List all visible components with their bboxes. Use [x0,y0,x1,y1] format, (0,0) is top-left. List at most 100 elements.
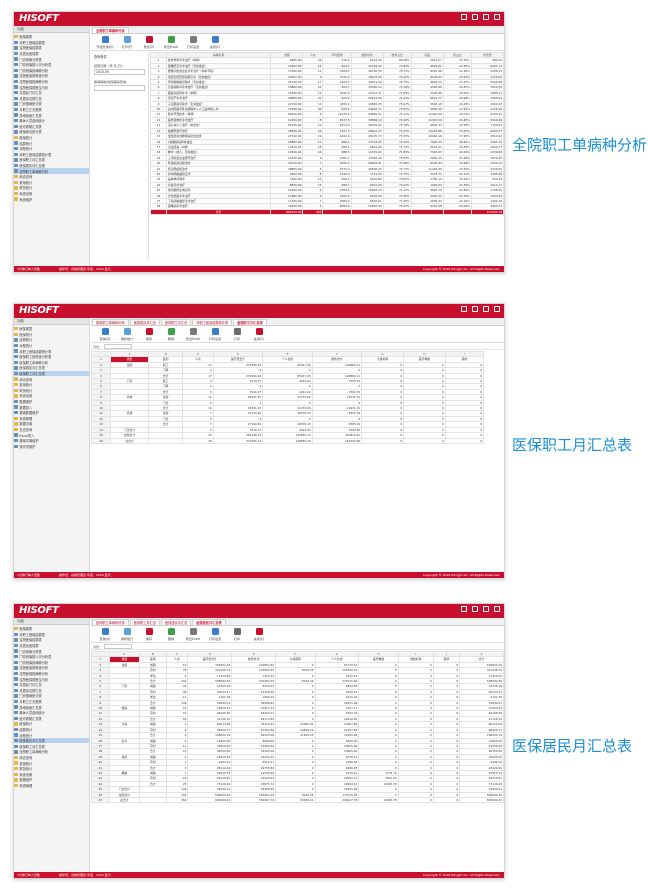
sheet-cell[interactable]: 890999.24 [459,796,504,804]
toolbar-button[interactable]: 预览(V) [139,35,159,49]
toolbar-button[interactable]: 打印(P) [117,35,137,49]
total-cell: 463 [302,208,324,216]
toolbar-button[interactable]: 导出Excel [183,327,203,341]
tree-item-label: 全院职工单病种分析 [19,750,49,755]
tab[interactable]: 医保职工月汇总 [161,318,192,325]
tab[interactable]: 医保居民月汇总表 [192,618,226,625]
sheet-cell[interactable]: 0 [403,437,446,444]
sheet-cell[interactable]: 16 [91,437,112,444]
sheet-cell[interactable] [139,796,167,804]
toolbar-button[interactable]: 查询(Q) [95,327,115,341]
tree-item[interactable]: 系统管理 [14,783,89,789]
tree-item[interactable]: 系统维护 [14,196,89,202]
sheet-cell[interactable]: 224309.96 [311,437,363,444]
code-input[interactable] [94,85,145,91]
tree-item-label: 数据维护 [19,778,33,783]
toolbar-button[interactable]: 打印 [227,327,247,341]
minimize-icon[interactable] [472,14,478,20]
toolbar-button[interactable]: 导出Excel [161,35,181,49]
toolbar-button[interactable]: 重新统计 [117,627,137,641]
folder-icon [14,388,18,393]
report-icon [14,677,18,681]
tab[interactable]: 医保居民月汇总 [129,318,160,325]
report-icon [14,750,18,754]
toolbar-button[interactable]: 删除 [161,627,181,641]
sheet-cell[interactable]: 总合计 [110,437,150,444]
toolbar-button[interactable]: 打印设置 [205,627,225,641]
tab[interactable]: 医保居民月汇总 [161,618,192,625]
close-icon[interactable] [494,14,500,20]
spreadsheet-grid: A B C D E F G H I 1 类型 医别 人次 医疗费合计 个人负担 统筹支付 大额补助 医疗救助 其他 2… [91,351,484,565]
tree-item-label: 医保居民月汇总表 [19,739,45,744]
tab[interactable]: 月职工医保结算统计表 [192,318,233,325]
toolbar-button-label: 打印 [233,336,241,341]
close-icon[interactable] [494,606,500,612]
month-select[interactable] [104,343,133,349]
toolbar-button[interactable]: 关闭(C) [249,627,269,641]
report-icon [14,96,18,101]
maximize-icon[interactable] [483,14,489,20]
sheet-cell[interactable]: 290027.78 [314,796,360,804]
tree-item-label: 系统设置 [19,394,33,399]
tab[interactable]: 医保职工单病种分析 [92,618,129,625]
sheet-cell[interactable]: 372365.12 [212,437,264,444]
toolbar-button[interactable]: 打印 [227,627,247,641]
toolbar-button[interactable]: 查询(Q) [95,627,115,641]
tab[interactable]: 医保职工月汇总表 [233,318,267,325]
toolbar-button[interactable]: 删除 [161,327,181,341]
toolbar-icon [167,627,175,635]
status-operator: 操作员：系统管理员 年度：2018 显示： [59,573,114,577]
tree-item-label: 月职工汇总报表 [19,108,42,113]
sheet-cell[interactable]: 0 [444,437,484,444]
sheet-cell[interactable]: 27 [91,796,110,804]
report-icon [14,355,18,359]
toolbar-button[interactable]: 开始查询(Q) [95,35,115,49]
toolbar-button[interactable]: 打印设置 [205,327,225,341]
sheet-cell[interactable]: 0 [397,796,434,804]
tree-item-label: 数据导入 [19,405,33,410]
sheet-cell[interactable] [148,437,184,444]
close-icon[interactable] [494,306,500,312]
tree-item[interactable]: 操作员维护 [14,443,89,449]
sheet-cell[interactable]: 362 [165,796,189,804]
sheet-cell[interactable]: 39936.41 [275,796,316,804]
settings-icon[interactable] [461,14,467,20]
report-icon [14,399,18,404]
sheet-cell[interactable]: 0 [361,437,405,444]
maximize-icon[interactable] [483,606,489,612]
toolbar-icon [101,35,109,43]
tab[interactable]: 医保职工月汇总 [129,618,160,625]
toolbar-button[interactable]: 重新统计 [117,327,137,341]
tree-item-label: 门诊统筹按病种分析 [19,660,49,665]
toolbar-button[interactable]: 导出Excel [183,627,203,641]
settings-icon[interactable] [461,306,467,312]
sheet-cell[interactable]: 10967.35 [358,796,399,804]
toolbar-button[interactable]: 关闭(C) [249,327,269,341]
sheet-cell[interactable]: 0 [432,796,461,804]
date-input[interactable]: 2018-06 [94,69,145,75]
sheet-cell[interactable]: 559067.70 [231,796,277,804]
tree-item-label: 医保报表 [19,327,33,332]
sheet-cell[interactable]: 38 [182,437,214,444]
toolbar: 开始查询(Q) 打印(P) 预览(V) 导出Excel 打印设置 关闭(C) [91,34,504,51]
results-grid: 病种名称 金额 人次 平均费用 统筹基金 统筹占比 药品 药占比 检查费 1 肋骨骨折手术治疗（单侧… [150,52,504,259]
folder-icon [14,761,18,765]
toolbar-icon [189,35,197,43]
sheet-cell[interactable]: 总合计 [108,796,141,804]
tab[interactable]: 医保职工单病种分析 [92,318,129,325]
report-icon [14,349,18,353]
minimize-icon[interactable] [472,306,478,312]
sheet-cell[interactable]: 148055.16 [262,437,313,444]
tree-item-label: 医保统计 [19,135,33,140]
month-select[interactable] [104,643,133,649]
minimize-icon[interactable] [472,606,478,612]
toolbar-button[interactable]: 关闭(C) [205,35,225,49]
tab[interactable]: 全院职工单病种分析 [92,26,129,33]
toolbar-button[interactable]: 保存 [139,627,159,641]
settings-icon[interactable] [461,606,467,612]
maximize-icon[interactable] [483,306,489,312]
toolbar-button[interactable]: 打印设置 [183,35,203,49]
toolbar-button[interactable]: 保存 [139,327,159,341]
sheet-cell[interactable]: 890999.24 [187,796,233,804]
folder-icon [14,191,18,196]
